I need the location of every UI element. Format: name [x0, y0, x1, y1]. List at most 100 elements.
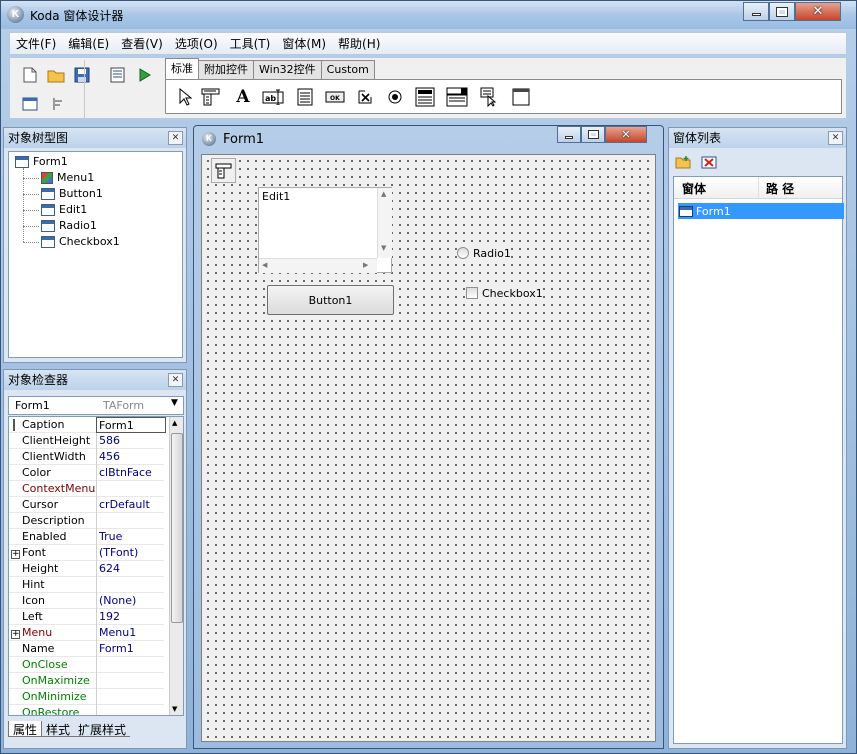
property-value[interactable]: [96, 705, 166, 715]
tree-node-button1[interactable]: Button1: [23, 186, 103, 202]
property-value[interactable]: [96, 481, 166, 497]
menu-form[interactable]: 窗体(M): [276, 35, 332, 52]
property-value[interactable]: True: [96, 529, 166, 545]
title-bar[interactable]: K Koda 窗体设计器 ✕: [1, 1, 856, 29]
tab-order-button[interactable]: [48, 94, 68, 114]
form-list-row[interactable]: Form1: [678, 203, 844, 219]
tab-styles[interactable]: 样式: [42, 721, 75, 737]
form-list-close-button[interactable]: ✕: [828, 131, 843, 145]
property-value[interactable]: [96, 577, 166, 593]
object-inspector-close-button[interactable]: ✕: [168, 373, 183, 387]
radio1-control[interactable]: Radio1: [457, 245, 511, 261]
property-row[interactable]: Color clBtnFace: [9, 465, 164, 481]
new-form-button[interactable]: [20, 94, 40, 114]
property-value[interactable]: 586: [96, 433, 166, 449]
property-row[interactable]: + Font (TFont): [9, 545, 164, 561]
edit1-control[interactable]: Edit1 ▲ ▼ ◀ ▶: [258, 187, 392, 273]
tab-custom[interactable]: Custom: [320, 60, 375, 79]
close-button[interactable]: ✕: [795, 2, 841, 21]
object-selector[interactable]: Form1 TAForm ▼: [8, 396, 184, 415]
tab-ext-styles[interactable]: 扩展样式: [74, 721, 131, 737]
property-value[interactable]: crDefault: [96, 497, 166, 513]
tree-node-form1[interactable]: Form1: [15, 154, 68, 170]
column-path[interactable]: 路 径: [766, 180, 794, 197]
property-value[interactable]: clBtnFace: [96, 465, 166, 481]
property-value[interactable]: [96, 689, 166, 705]
menu-help[interactable]: 帮助(H): [332, 35, 386, 52]
menu-tool[interactable]: [200, 86, 222, 108]
combobox-tool[interactable]: [446, 86, 468, 108]
tree-node-edit1[interactable]: Edit1: [23, 202, 87, 218]
tab-standard[interactable]: 标准: [165, 58, 199, 79]
tree-node-radio1[interactable]: Radio1: [23, 218, 97, 234]
property-value[interactable]: (TFont): [96, 545, 166, 561]
generate-code-button[interactable]: [108, 65, 128, 85]
tree-node-menu1[interactable]: Menu1: [23, 170, 94, 186]
property-row[interactable]: Hint: [9, 577, 164, 593]
property-value[interactable]: [96, 513, 166, 529]
open-file-button[interactable]: [46, 65, 66, 85]
menu1-component[interactable]: [211, 158, 236, 183]
memo-tool[interactable]: [294, 86, 316, 108]
remove-form-button[interactable]: [701, 155, 717, 172]
groupbox-tool[interactable]: [414, 86, 436, 108]
property-scrollbar[interactable]: ▲ ▼: [169, 417, 183, 715]
property-row[interactable]: Left 192: [9, 609, 164, 625]
edit-tool[interactable]: ab: [262, 86, 284, 108]
property-row[interactable]: Enabled True: [9, 529, 164, 545]
property-row[interactable]: ClientWidth 456: [9, 449, 164, 465]
property-row[interactable]: Description: [9, 513, 164, 529]
tab-properties[interactable]: 属性: [8, 721, 43, 737]
label-tool[interactable]: A: [232, 86, 254, 108]
property-row[interactable]: Height 624: [9, 561, 164, 577]
property-value[interactable]: [96, 673, 166, 689]
object-tree-close-button[interactable]: ✕: [168, 131, 183, 145]
menu-file[interactable]: 文件(F): [10, 35, 62, 52]
property-row[interactable]: OnClose: [9, 657, 164, 673]
pointer-tool[interactable]: [174, 86, 196, 108]
button1-control[interactable]: Button1: [267, 285, 394, 315]
menu-options[interactable]: 选项(O): [169, 35, 224, 52]
column-form[interactable]: 窗体: [682, 180, 706, 197]
button-tool[interactable]: OK: [324, 86, 346, 108]
form-canvas[interactable]: Edit1 ▲ ▼ ◀ ▶ Button1 Radio1 Checkbox1: [201, 154, 656, 742]
tree-node-checkbox1[interactable]: Checkbox1: [23, 234, 120, 250]
maximize-button[interactable]: [769, 2, 795, 21]
add-form-button[interactable]: [675, 155, 691, 172]
property-value[interactable]: 624: [96, 561, 166, 577]
new-file-button[interactable]: [20, 65, 40, 85]
property-value[interactable]: [96, 657, 166, 673]
edit1-vscroll[interactable]: ▲ ▼: [377, 188, 392, 258]
property-row[interactable]: OnMaximize: [9, 673, 164, 689]
edit1-hscroll[interactable]: ◀ ▶: [259, 258, 377, 273]
property-value[interactable]: 456: [96, 449, 166, 465]
menu-view[interactable]: 查看(V): [115, 35, 169, 52]
property-row[interactable]: OnMinimize: [9, 689, 164, 705]
checkbox1-control[interactable]: Checkbox1: [466, 285, 543, 301]
form-minimize-button[interactable]: [557, 126, 581, 143]
property-value[interactable]: Form1: [96, 641, 166, 657]
form-close-button[interactable]: ✕: [605, 126, 647, 143]
menu-tools[interactable]: 工具(T): [224, 35, 277, 52]
checkbox-tool[interactable]: [354, 86, 376, 108]
property-row[interactable]: + Menu Menu1: [9, 625, 164, 641]
radio-tool[interactable]: [384, 86, 406, 108]
minimize-button[interactable]: [743, 2, 769, 21]
property-row[interactable]: Name Form1: [9, 641, 164, 657]
listbox-tool[interactable]: [478, 86, 500, 108]
property-row[interactable]: Icon (None): [9, 593, 164, 609]
panel-tool[interactable]: [510, 86, 532, 108]
property-value[interactable]: 192: [96, 609, 166, 625]
menu-edit[interactable]: 编辑(E): [62, 35, 115, 52]
scroll-thumb[interactable]: [171, 433, 183, 623]
property-row[interactable]: ContextMenu: [9, 481, 164, 497]
property-row[interactable]: ClientHeight 586: [9, 433, 164, 449]
save-button[interactable]: [72, 65, 92, 85]
property-value[interactable]: Menu1: [96, 625, 166, 641]
property-row[interactable]: OnRestore: [9, 705, 166, 715]
tab-additional[interactable]: 附加控件: [198, 60, 254, 79]
run-button[interactable]: [134, 65, 154, 85]
form-maximize-button[interactable]: [581, 126, 605, 143]
property-value[interactable]: Form1: [96, 417, 166, 433]
tab-win32[interactable]: Win32控件: [253, 60, 322, 79]
